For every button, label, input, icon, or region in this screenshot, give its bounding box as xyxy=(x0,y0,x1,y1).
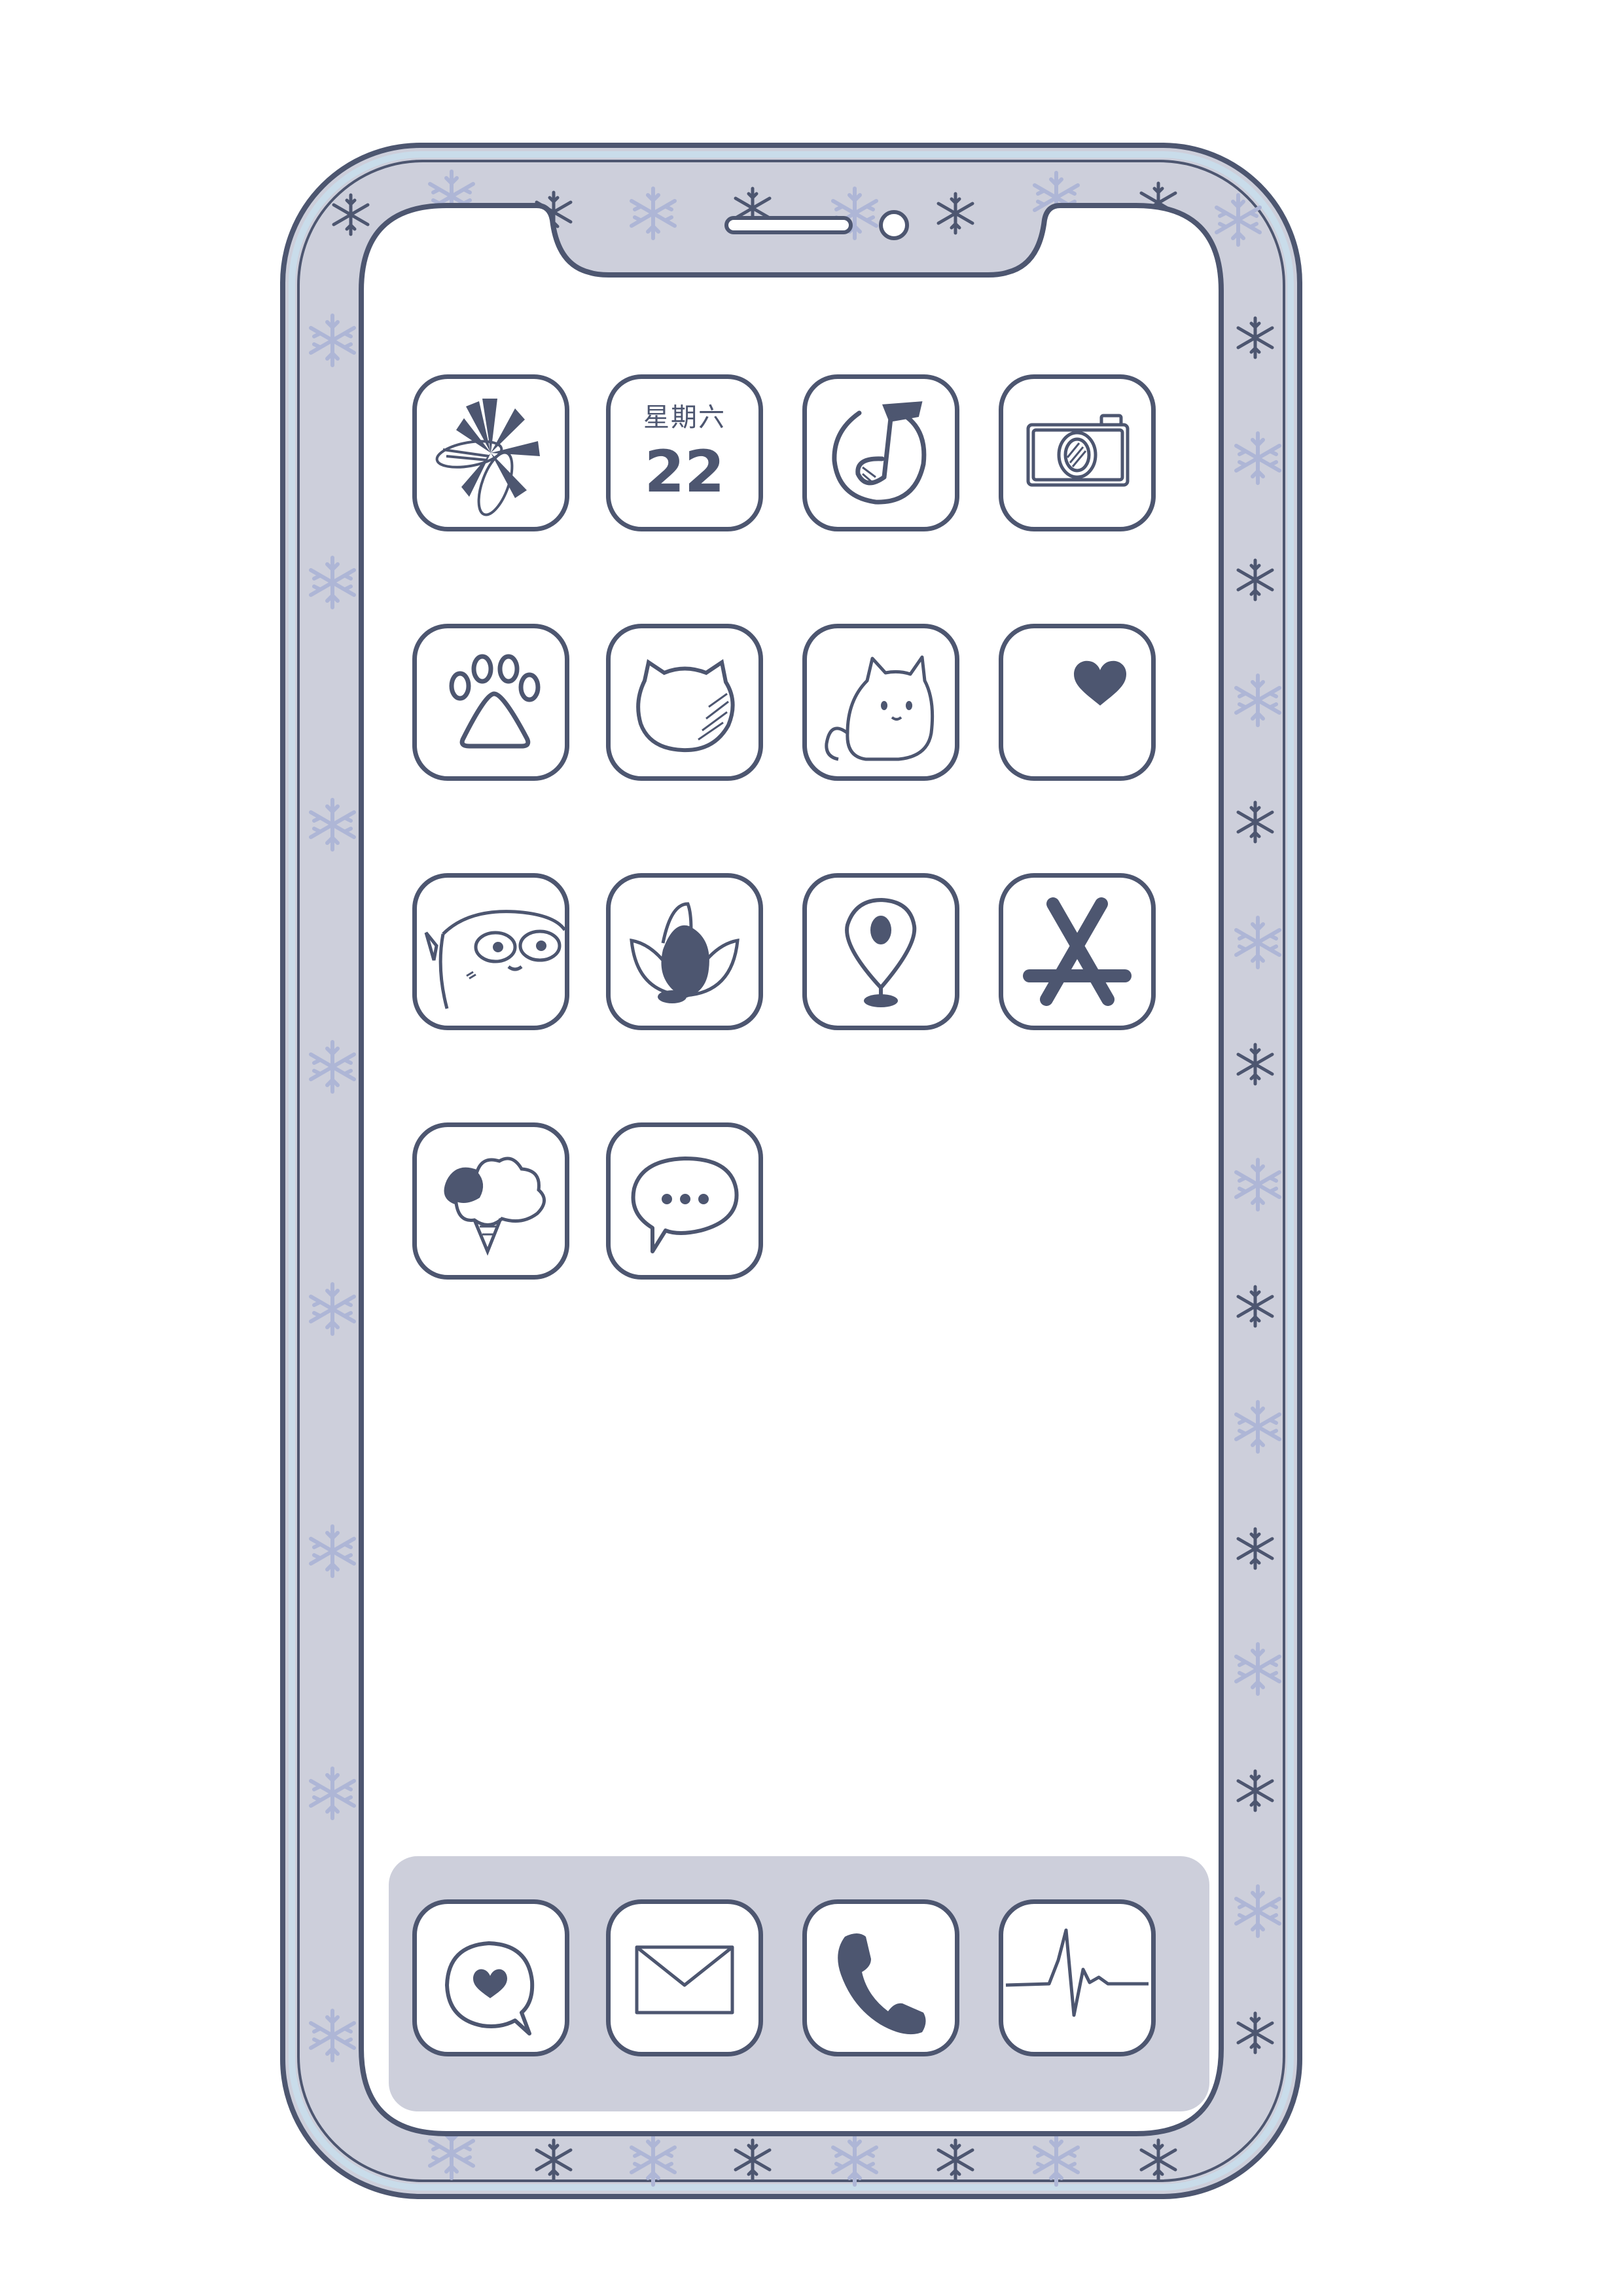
calendar-icon: 星期六 22 xyxy=(611,379,758,527)
dock-app-heart-chat[interactable] xyxy=(412,1899,569,2056)
dock-app-health[interactable] xyxy=(999,1899,1156,2056)
front-camera xyxy=(879,210,909,240)
heart-chat-icon xyxy=(445,1941,535,2036)
app-ice-cream[interactable] xyxy=(412,1122,569,1280)
cat-mascot-icon xyxy=(825,655,935,761)
app-paw[interactable] xyxy=(412,624,569,781)
flower-icon xyxy=(435,399,540,516)
calendar-day: 22 xyxy=(644,438,725,505)
cartoon-face-icon xyxy=(424,910,565,1009)
heartbeat-icon xyxy=(1005,1928,1149,2017)
mail-icon xyxy=(635,1945,734,2015)
speaker-grille xyxy=(724,216,853,234)
app-cat-mascot[interactable] xyxy=(802,624,959,781)
app-camera[interactable] xyxy=(999,374,1156,531)
phone-icon xyxy=(838,1933,926,2035)
map-pin-icon xyxy=(845,897,917,1007)
music-note-icon xyxy=(832,401,927,505)
app-flower[interactable] xyxy=(412,374,569,531)
app-messages[interactable] xyxy=(606,1122,763,1280)
app-lotus[interactable] xyxy=(606,873,763,1030)
app-cartoon-face[interactable] xyxy=(412,873,569,1030)
dock-app-mail[interactable] xyxy=(606,1899,763,2056)
app-map[interactable] xyxy=(802,873,959,1030)
camera-icon xyxy=(1026,414,1130,487)
paw-icon xyxy=(449,654,541,749)
calendar-weekday: 星期六 xyxy=(643,403,726,433)
app-store[interactable] xyxy=(999,873,1156,1030)
app-calendar[interactable]: 星期六 22 xyxy=(606,374,763,531)
app-music[interactable] xyxy=(802,374,959,531)
app-cat-face[interactable] xyxy=(606,624,763,781)
cat-face-icon xyxy=(636,659,735,753)
app-heart[interactable] xyxy=(999,624,1156,781)
heart-icon xyxy=(1074,660,1126,706)
ice-cream-icon xyxy=(444,1157,546,1256)
chat-bubble-icon xyxy=(631,1157,739,1253)
app-store-icon xyxy=(1023,897,1132,1006)
lotus-icon xyxy=(630,902,740,1003)
dock-app-phone[interactable] xyxy=(802,1899,959,2056)
